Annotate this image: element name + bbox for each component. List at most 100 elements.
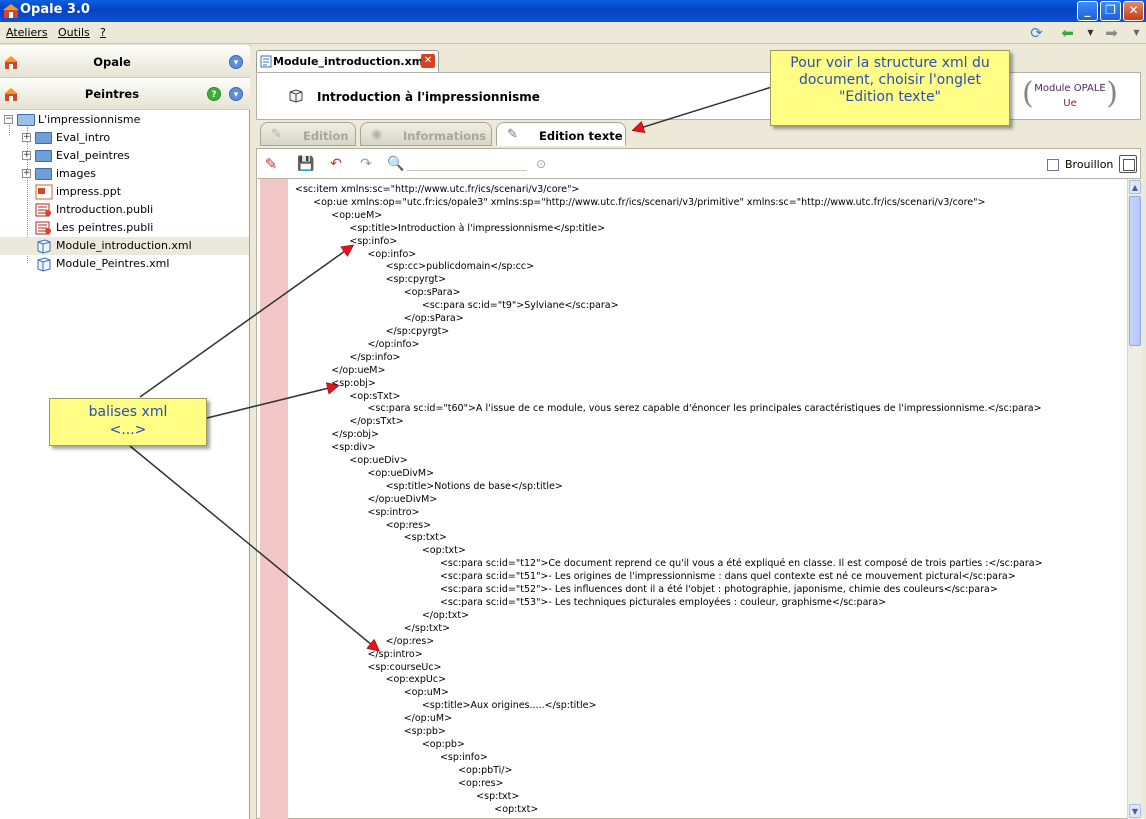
publication-icon xyxy=(35,221,51,235)
code-line: </op:info> xyxy=(295,338,420,350)
expand-toggle-icon[interactable]: + xyxy=(22,133,31,142)
expand-toggle-icon[interactable]: + xyxy=(22,169,31,178)
code-line: <sp:intro> xyxy=(295,506,420,518)
tab-informations-label: Informations xyxy=(403,129,487,143)
tab-informations[interactable]: ◉ Informations xyxy=(360,122,492,146)
undo-icon[interactable]: ↶ xyxy=(327,155,345,173)
tree-item-label: L'impressionnisme xyxy=(38,113,141,126)
code-line: <sp:txt> xyxy=(295,790,520,802)
tree-item[interactable]: Module_Peintres.xml xyxy=(0,255,249,273)
tree-item[interactable]: + Eval_peintres xyxy=(0,147,249,165)
callout-line: <...> xyxy=(109,422,147,438)
scroll-down-icon[interactable]: ▼ xyxy=(1129,804,1141,818)
tree-item-label: images xyxy=(56,167,96,180)
brouillon-checkbox[interactable] xyxy=(1047,159,1059,171)
code-line: <op:uM> xyxy=(295,687,449,699)
expand-toggle-icon[interactable]: + xyxy=(22,151,31,160)
tree-item-label: Module_introduction.xml xyxy=(56,239,192,252)
search-input[interactable] xyxy=(407,155,527,171)
save-icon[interactable]: 💾 xyxy=(297,155,315,173)
code-line: </op:res> xyxy=(295,635,435,647)
collapse-toggle-icon[interactable]: − xyxy=(4,115,13,124)
back-arrow-icon[interactable]: ⬅ xyxy=(1059,25,1076,41)
tree-item-label: Eval_peintres xyxy=(56,149,130,162)
minimize-button[interactable]: _ xyxy=(1077,1,1098,21)
code-line: <op:ueDiv> xyxy=(295,455,408,467)
forward-arrow-icon[interactable]: ➡ xyxy=(1103,25,1120,41)
eye-icon: ◉ xyxy=(371,127,383,142)
tree-item-label: Introduction.publi xyxy=(56,203,154,216)
code-line: <op:res> xyxy=(295,519,432,531)
tree-item[interactable]: + images xyxy=(0,165,249,183)
menu-outils[interactable]: Outils xyxy=(58,26,90,39)
code-line: <sp:div> xyxy=(295,442,376,454)
workshop-row-peintres[interactable]: Peintres ? ▾ xyxy=(0,78,250,110)
code-line: <sp:title>Introduction à l'impressionnis… xyxy=(295,222,606,234)
edit-mode-pencil-icon[interactable]: ✎ xyxy=(262,155,280,173)
search-icon[interactable]: 🔍 xyxy=(387,155,405,173)
code-line: <sp:info> xyxy=(295,235,398,247)
tree-item[interactable]: Introduction.publi xyxy=(0,201,249,219)
code-line: <op:res> xyxy=(295,777,504,789)
document-title: Introduction à l'impressionnisme xyxy=(317,90,540,104)
editor-area: Module_introduction.xml ✕ Introduction à… xyxy=(254,45,1146,819)
scrollbar-thumb[interactable] xyxy=(1129,196,1141,346)
code-line: <sc:para sc:id="t53">- Les techniques pi… xyxy=(295,597,887,608)
redo-icon[interactable]: ↷ xyxy=(357,155,375,173)
code-line: </sp:info> xyxy=(295,351,401,363)
xml-code[interactable]: <sc:item xmlns:sc="http://www.utc.fr/ics… xyxy=(295,184,1125,819)
tree-item-selected[interactable]: Module_introduction.xml xyxy=(0,237,249,255)
workshop-row-opale[interactable]: Opale ▾ xyxy=(0,46,250,78)
close-window-button[interactable]: ✕ xyxy=(1123,1,1144,21)
tree-item[interactable]: − L'impressionnisme xyxy=(0,111,249,129)
menu-help[interactable]: ? xyxy=(100,26,106,39)
code-line: </sp:cpyrgt> xyxy=(295,325,450,337)
code-line: <op:ue xmlns:op="utc.fr:ics/opale3" xmln… xyxy=(295,196,986,208)
code-line: <sp:cpyrgt> xyxy=(295,274,447,286)
workshop-menu-icon[interactable]: ▾ xyxy=(229,55,243,69)
callout-line: balises xml xyxy=(88,404,168,420)
code-line: <op:txt> xyxy=(295,803,539,815)
forward-dropdown-icon[interactable]: ▼ xyxy=(1128,25,1145,41)
callout-line: "Edition texte" xyxy=(838,89,941,105)
code-line: </op:sTxt> xyxy=(295,416,404,428)
module-cube-icon xyxy=(289,89,303,103)
menu-ateliers[interactable]: Ateliers xyxy=(6,26,48,39)
module-type-label: Module OPALE xyxy=(1034,83,1106,94)
vertical-scrollbar[interactable]: ▲ ▼ xyxy=(1127,179,1142,819)
publication-icon xyxy=(35,203,51,217)
code-line: </op:txt> xyxy=(295,609,470,621)
code-line: <op:ueM> xyxy=(295,209,383,221)
tree-item[interactable]: Les peintres.publi xyxy=(0,219,249,237)
help-icon[interactable]: ? xyxy=(207,87,221,101)
tree-item[interactable]: impress.ppt xyxy=(0,183,249,201)
toggle-pane-button[interactable] xyxy=(1119,155,1137,173)
title-bar: Opale 3.0 _ ❐ ✕ xyxy=(0,0,1146,22)
refresh-icon[interactable]: ⟳ xyxy=(1028,25,1045,41)
close-tab-icon[interactable]: ✕ xyxy=(421,54,435,68)
workshop-menu-icon[interactable]: ▾ xyxy=(229,87,243,101)
back-dropdown-icon[interactable]: ▼ xyxy=(1082,25,1099,41)
tree-item[interactable]: + Eval_intro xyxy=(0,129,249,147)
code-line: <sp:obj> xyxy=(295,377,376,389)
opale-app-icon xyxy=(3,4,19,18)
code-line: <sp:cc>publicdomain</sp:cc> xyxy=(295,261,535,273)
brouillon-label: Brouillon xyxy=(1065,158,1114,171)
folder-icon xyxy=(35,150,52,162)
scroll-up-icon[interactable]: ▲ xyxy=(1129,180,1141,194)
maximize-button[interactable]: ❐ xyxy=(1100,1,1121,21)
editor-tab[interactable]: Module_introduction.xml ✕ xyxy=(256,50,439,72)
tab-edition-texte[interactable]: ✎ Edition texte xyxy=(496,122,626,146)
code-line: <op:txt> xyxy=(295,545,466,557)
module-type-badge: ( Module OPALE Ue ) xyxy=(1022,76,1118,111)
code-line: </op:ueM> xyxy=(295,364,386,376)
code-line: <op:sTxt> xyxy=(295,390,401,402)
module-cube-icon xyxy=(37,257,51,272)
code-line: <sp:info> xyxy=(295,751,488,763)
code-line: <sc:para sc:id="t52">- Les influences do… xyxy=(295,584,998,596)
tab-edition[interactable]: ✎ Edition xyxy=(260,122,356,146)
code-line: <sc:para sc:id="t9">Sylviane</sc:para> xyxy=(295,300,619,312)
code-line: <op:pb> xyxy=(295,738,465,750)
search-options-dropdown-icon[interactable]: ⊙ xyxy=(532,155,550,173)
xml-text-editor[interactable]: <sc:item xmlns:sc="http://www.utc.fr/ics… xyxy=(256,178,1142,819)
